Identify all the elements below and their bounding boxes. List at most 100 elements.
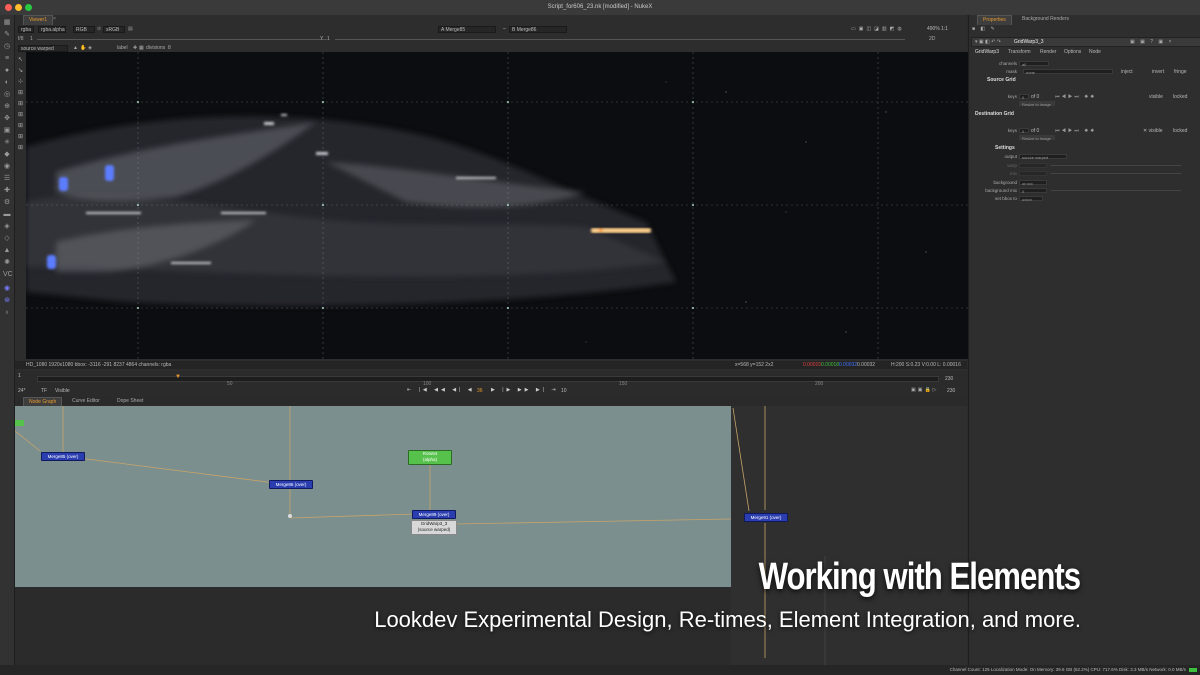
- exposure-slider[interactable]: [37, 39, 327, 40]
- grid-icon[interactable]: ✚: [133, 45, 137, 51]
- node-roto[interactable]: Roto54 (alpha): [408, 450, 452, 465]
- resize-to-image-button[interactable]: Resize to Image: [1019, 101, 1055, 107]
- node-merge[interactable]: Merge91 (over): [744, 513, 788, 522]
- out-frame[interactable]: 230: [947, 388, 955, 394]
- sapphire-icon[interactable]: ⊛: [3, 297, 11, 304]
- key-nav-buttons-dest[interactable]: ⏮◀▶⏭ ◆◆: [1055, 128, 1096, 134]
- inject-checkbox[interactable]: inject: [1121, 69, 1133, 75]
- viewer-overlay-icons[interactable]: ▭▣◫◪▥◩◍: [851, 26, 905, 32]
- filter-icon[interactable]: ◐: [3, 79, 11, 86]
- roi-icon[interactable]: ▤: [128, 26, 133, 32]
- in-frame[interactable]: 1: [18, 373, 21, 379]
- playback-controls[interactable]: ⇤ |◀ ◀◀ ◀| ◀: [407, 387, 475, 393]
- draw-icon[interactable]: ✎: [3, 31, 11, 38]
- boris-icon[interactable]: ▲: [3, 247, 11, 254]
- color-mode-select[interactable]: RGB: [73, 26, 95, 33]
- node-name[interactable]: GridWarp3_3: [1014, 39, 1044, 45]
- locked-checkbox[interactable]: locked: [1173, 94, 1187, 100]
- background-mix-slider[interactable]: [1051, 190, 1181, 191]
- node-merge[interactable]: Merge86 (over): [269, 480, 313, 489]
- input-b-select[interactable]: B Merge86: [509, 26, 567, 33]
- subtab-node[interactable]: Node: [1089, 49, 1101, 55]
- plugin-icon[interactable]: ◈: [3, 223, 11, 230]
- views-icon[interactable]: ◉: [3, 163, 11, 170]
- visible-checkbox[interactable]: visible: [1149, 94, 1163, 100]
- mix-slider[interactable]: [1051, 173, 1181, 174]
- gamma-slider[interactable]: [335, 39, 905, 40]
- node-partial-green[interactable]: [15, 420, 24, 426]
- fps-value[interactable]: 24*: [18, 388, 26, 394]
- tab-properties[interactable]: Properties: [977, 15, 1012, 25]
- node-graph-canvas[interactable]: Merge85 (over) Merge86 (over) Roto54 (al…: [15, 406, 731, 587]
- channel-icon[interactable]: ≡: [3, 55, 11, 62]
- other-icon[interactable]: ⚙: [3, 199, 11, 206]
- channels-select[interactable]: rgba: [18, 26, 34, 33]
- cara-icon[interactable]: ◇: [3, 235, 11, 242]
- node-header-actions[interactable]: ▣ ▣ ? ▣ ×: [1130, 39, 1173, 45]
- end-frame[interactable]: 230: [945, 376, 953, 382]
- keyer-icon[interactable]: ◎: [3, 91, 11, 98]
- 3d-icon[interactable]: ▣: [3, 127, 11, 134]
- current-frame[interactable]: 36: [477, 388, 483, 394]
- vc-icon[interactable]: VC: [3, 271, 13, 278]
- particles-icon[interactable]: ✳: [3, 139, 11, 146]
- bbox-select[interactable]: union: [1019, 196, 1043, 202]
- channels-select[interactable]: all: [1019, 61, 1049, 67]
- merge-icon[interactable]: ⊕: [3, 103, 11, 110]
- ratio-value[interactable]: 1:1: [941, 26, 948, 32]
- compare-mode[interactable]: –: [501, 26, 509, 33]
- input-a-select[interactable]: A Merge85: [438, 26, 496, 33]
- lut-select[interactable]: sRGB: [103, 26, 125, 33]
- tab-background-renders[interactable]: Background Renders: [1017, 15, 1074, 24]
- frame-slider[interactable]: [37, 376, 939, 382]
- subtab-transform[interactable]: Transform: [1008, 49, 1031, 55]
- transform-icon[interactable]: ✥: [3, 115, 11, 122]
- furnace-icon[interactable]: ▬: [3, 211, 11, 218]
- step-value[interactable]: 10: [561, 388, 567, 394]
- warp-slider[interactable]: [1051, 165, 1181, 166]
- zoom-value[interactable]: 490%: [927, 26, 940, 32]
- node-merge[interactable]: Merge89 (over): [412, 510, 456, 519]
- rsmb-icon[interactable]: ◉: [3, 285, 11, 292]
- subtab-options[interactable]: Options: [1064, 49, 1081, 55]
- gamma-value[interactable]: 1: [327, 36, 330, 42]
- viewer-side-tools[interactable]: ↖ ↘ ⊹ ⊞ ⊞ ⊞ ⊞ ⊞ ⊞: [16, 55, 25, 154]
- playback-controls-forward[interactable]: ▶ |▶ ▶▶ ▶| ⇥: [491, 387, 559, 393]
- gridwarp-tool-icons[interactable]: ▲✋◈: [73, 45, 94, 51]
- label-toggle[interactable]: label: [117, 45, 128, 51]
- fringe-checkbox[interactable]: fringe: [1174, 69, 1187, 75]
- source-select[interactable]: source warped: [18, 45, 68, 52]
- keys-value-dest[interactable]: 0: [1019, 128, 1029, 134]
- visibility-select[interactable]: Visible: [55, 388, 70, 394]
- tab-curve-editor[interactable]: Curve Editor: [67, 397, 105, 406]
- color-icon[interactable]: ●: [3, 67, 11, 74]
- mix-field[interactable]: [1019, 171, 1047, 176]
- close-tab-icon[interactable]: ×: [53, 16, 56, 22]
- visible-checkbox-dest[interactable]: ✕ visible: [1143, 128, 1163, 134]
- tab-dope-sheet[interactable]: Dope Sheet: [112, 397, 148, 406]
- deep-icon[interactable]: ◆: [3, 151, 11, 158]
- viewer-image[interactable]: [26, 52, 968, 359]
- key-nav-buttons[interactable]: ⏮◀▶⏭ ◆◆: [1055, 94, 1096, 100]
- time-icon[interactable]: ◷: [3, 43, 11, 50]
- subdivide-icon[interactable]: ▦: [139, 45, 144, 51]
- panel-toolbar-icons[interactable]: ■ ◧ ✎: [972, 26, 997, 32]
- tf-toggle[interactable]: TF: [41, 388, 47, 394]
- keys-value[interactable]: 0: [1019, 94, 1029, 100]
- timeline-option-icons[interactable]: ▣▣🔒▷: [911, 387, 939, 393]
- resize-to-image-button-dest[interactable]: Resize to Image: [1019, 135, 1055, 141]
- lock-icon[interactable]: ⊘: [97, 26, 101, 32]
- mask-select[interactable]: none: [1023, 69, 1113, 75]
- invert-checkbox[interactable]: invert: [1152, 69, 1164, 75]
- background-mix-field[interactable]: 0: [1019, 188, 1047, 194]
- custom-icon[interactable]: ♁: [3, 309, 11, 316]
- locked-checkbox-dest[interactable]: locked: [1173, 128, 1187, 134]
- playhead-icon[interactable]: ▼: [175, 374, 181, 380]
- node-gridwarp[interactable]: GridWarp3_3 (source warped): [411, 520, 457, 535]
- node-header-icons[interactable]: ▾ ▣ ◧ ↶ ↷: [975, 39, 1001, 45]
- metadata-icon[interactable]: ☰: [3, 175, 11, 182]
- exposure-value[interactable]: 1: [30, 36, 33, 42]
- tab-viewer1[interactable]: Viewer1: [23, 15, 53, 25]
- viewer-icon[interactable]: ▦: [3, 19, 11, 26]
- subtab-render[interactable]: Render: [1040, 49, 1056, 55]
